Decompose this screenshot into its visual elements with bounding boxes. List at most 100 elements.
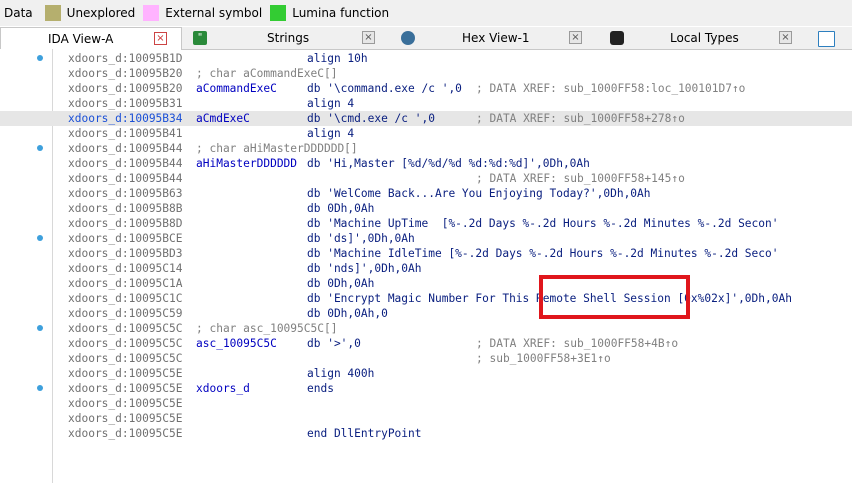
legend-label-external-symbol: External symbol (165, 6, 263, 20)
listing-line[interactable]: xdoors_d:10095C5E (0, 411, 852, 426)
line-xref-comment: ; DATA XREF: sub_1000FF58+145↑o (476, 172, 685, 185)
line-operands: db '\cmd.exe /c ',0 (307, 112, 435, 125)
tab-ida-view-a[interactable]: IDA View-A × (0, 27, 182, 50)
legend-bar: Data Unexplored External symbol Lumina f… (0, 0, 852, 26)
listing-line[interactable]: xdoors_d:10095C1C db 'Encrypt Magic Numbe… (0, 291, 852, 306)
line-address: xdoors_d:10095B1D (68, 52, 183, 65)
legend-item-data: Data (4, 6, 33, 20)
line-instruction: align 4 (307, 127, 355, 140)
listing-line[interactable]: xdoors_d:10095C5E align 400h (0, 366, 852, 381)
tab-label: IDA View-A (48, 32, 114, 46)
line-address: xdoors_d:10095B44 (68, 172, 183, 185)
listing-line[interactable]: xdoors_d:10095BD3 db 'Machine IdleTime [%… (0, 246, 852, 261)
line-xref-comment: ; DATA XREF: sub_1000FF58+278↑o (476, 112, 685, 125)
line-address: xdoors_d:10095B34 (68, 112, 183, 125)
line-operands: db 'nds]',0Dh,0Ah (307, 262, 422, 275)
line-comment: ; char aCommandExeC[] (196, 67, 338, 80)
listing-line[interactable]: xdoors_d:10095C5E end DllEntryPoint (0, 426, 852, 441)
lumina-function-swatch-icon (270, 5, 287, 21)
line-address: xdoors_d:10095B8D (68, 217, 183, 230)
line-operands: db 0Dh,0Ah (307, 277, 375, 290)
line-address: xdoors_d:10095C5E (68, 427, 183, 440)
line-operands: db '\command.exe /c ',0 (307, 82, 462, 95)
legend-item-lumina-function: Lumina function (270, 5, 389, 21)
line-address: xdoors_d:10095C5E (68, 367, 183, 380)
line-address: xdoors_d:10095B20 (68, 82, 183, 95)
line-comment: ; char aHiMasterDDDDDD[] (196, 142, 358, 155)
listing-line[interactable]: xdoors_d:10095B44 ; char aHiMasterDDDDDD[… (0, 141, 852, 156)
line-address: xdoors_d:10095C14 (68, 262, 183, 275)
line-label: aCommandExeC (196, 82, 277, 95)
close-icon[interactable]: × (779, 31, 792, 44)
line-address: xdoors_d:10095C5C (68, 352, 183, 365)
line-instruction: ends (307, 382, 334, 395)
close-icon[interactable]: × (362, 31, 375, 44)
listing-line[interactable]: xdoors_d:10095C5E (0, 396, 852, 411)
listing-line[interactable]: xdoors_d:10095C5C ; char asc_10095C5C[] (0, 321, 852, 336)
line-address: xdoors_d:10095B63 (68, 187, 183, 200)
line-operands: db 'ds]',0Dh,0Ah (307, 232, 415, 245)
line-xref-comment: ; DATA XREF: sub_1000FF58:loc_100101D7↑o (476, 82, 746, 95)
listing-line[interactable]: xdoors_d:10095C1A db 0Dh,0Ah (0, 276, 852, 291)
disassembly-listing[interactable]: xdoors_d:10095B1D align 10h xdoors_d:10095… (0, 49, 852, 483)
legend-label-lumina-function: Lumina function (292, 6, 390, 20)
strings-icon: " (193, 31, 207, 45)
line-instruction: align 4 (307, 97, 355, 110)
line-label: asc_10095C5C (196, 337, 277, 350)
legend-label-unexplored: Unexplored (66, 6, 136, 20)
listing-line[interactable]: xdoors_d:10095B8D db 'Machine UpTime [%-.… (0, 216, 852, 231)
listing-line[interactable]: xdoors_d:10095B34 aCmdExeC db '\cmd.exe /c… (0, 111, 852, 126)
tab-label: Strings (267, 31, 310, 45)
line-operands: db '>',0 (307, 337, 361, 350)
hex-view-icon (401, 31, 415, 45)
line-address: xdoors_d:10095C5C (68, 337, 183, 350)
line-address: xdoors_d:10095C5E (68, 412, 183, 425)
listing-line[interactable]: xdoors_d:10095B20 ; char aCommandExeC[] (0, 66, 852, 81)
external-symbol-swatch-icon (143, 5, 160, 21)
tab-label: Hex View-1 (462, 31, 530, 45)
listing-line[interactable]: xdoors_d:10095B44 aHiMasterDDDDDD db 'Hi,M… (0, 156, 852, 171)
listing-line[interactable]: xdoors_d:10095B41 align 4 (0, 126, 852, 141)
window-list-icon[interactable] (818, 31, 835, 47)
listing-line[interactable]: xdoors_d:10095B8B db 0Dh,0Ah (0, 201, 852, 216)
local-types-icon (610, 31, 624, 45)
line-label: xdoors_d (196, 382, 250, 395)
line-instruction: end DllEntryPoint (307, 427, 422, 440)
legend-item-unexplored: Unexplored (44, 5, 136, 21)
line-label: aHiMasterDDDDDD (196, 157, 298, 170)
line-comment: ; char asc_10095C5C[] (196, 322, 338, 335)
listing-line[interactable]: xdoors_d:10095B31 align 4 (0, 96, 852, 111)
line-address: xdoors_d:10095B44 (68, 157, 183, 170)
line-address: xdoors_d:10095C5E (68, 397, 183, 410)
line-address: xdoors_d:10095C59 (68, 307, 183, 320)
close-icon[interactable]: × (569, 31, 582, 44)
line-xref-comment: ; DATA XREF: sub_1000FF58+4B↑o (476, 337, 679, 350)
line-address: xdoors_d:10095C5C (68, 322, 183, 335)
listing-line[interactable]: xdoors_d:10095B20 aCommandExeC db '\comman… (0, 81, 852, 96)
line-operands: db 0Dh,0Ah,0 (307, 307, 388, 320)
listing-line[interactable]: xdoors_d:10095C14 db 'nds]',0Dh,0Ah (0, 261, 852, 276)
listing-line[interactable]: xdoors_d:10095C59 db 0Dh,0Ah,0 (0, 306, 852, 321)
listing-line[interactable]: xdoors_d:10095C5E xdoors_d ends (0, 381, 852, 396)
listing-line[interactable]: xdoors_d:10095B63 db 'WelCome Back...Are … (0, 186, 852, 201)
line-instruction: align 400h (307, 367, 375, 380)
listing-line[interactable]: xdoors_d:10095BCE db 'ds]',0Dh,0Ah (0, 231, 852, 246)
line-instruction: align 10h (307, 52, 368, 65)
tab-hex-view-1[interactable]: Hex View-1 × (390, 27, 592, 49)
tab-bar: IDA View-A × " Strings × Hex View-1 × Lo… (0, 27, 852, 50)
line-operands: db 'Machine UpTime [%-.2d Days %-.2d Hou… (307, 217, 779, 230)
line-address: xdoors_d:10095B31 (68, 97, 183, 110)
listing-line[interactable]: xdoors_d:10095B44 ; DATA XREF: sub_1000FF… (0, 171, 852, 186)
close-icon[interactable]: × (154, 32, 167, 45)
listing-line[interactable]: xdoors_d:10095C5C ; sub_1000FF58+3E1↑o (0, 351, 852, 366)
tab-local-types[interactable]: Local Types × (600, 27, 805, 49)
legend-label-data: Data (4, 6, 33, 20)
legend-item-external-symbol: External symbol (143, 5, 262, 21)
listing-line[interactable]: xdoors_d:10095C5C asc_10095C5C db '>',0 ; D… (0, 336, 852, 351)
listing-line[interactable]: xdoors_d:10095B1D align 10h (0, 51, 852, 66)
line-address: xdoors_d:10095C1C (68, 292, 183, 305)
line-address: xdoors_d:10095C5E (68, 382, 183, 395)
tab-strings[interactable]: " Strings × (183, 27, 383, 49)
line-address: xdoors_d:10095B41 (68, 127, 183, 140)
line-operands: db 'Hi,Master [%d/%d/%d %d:%d:%d]',0Dh,0… (307, 157, 590, 170)
